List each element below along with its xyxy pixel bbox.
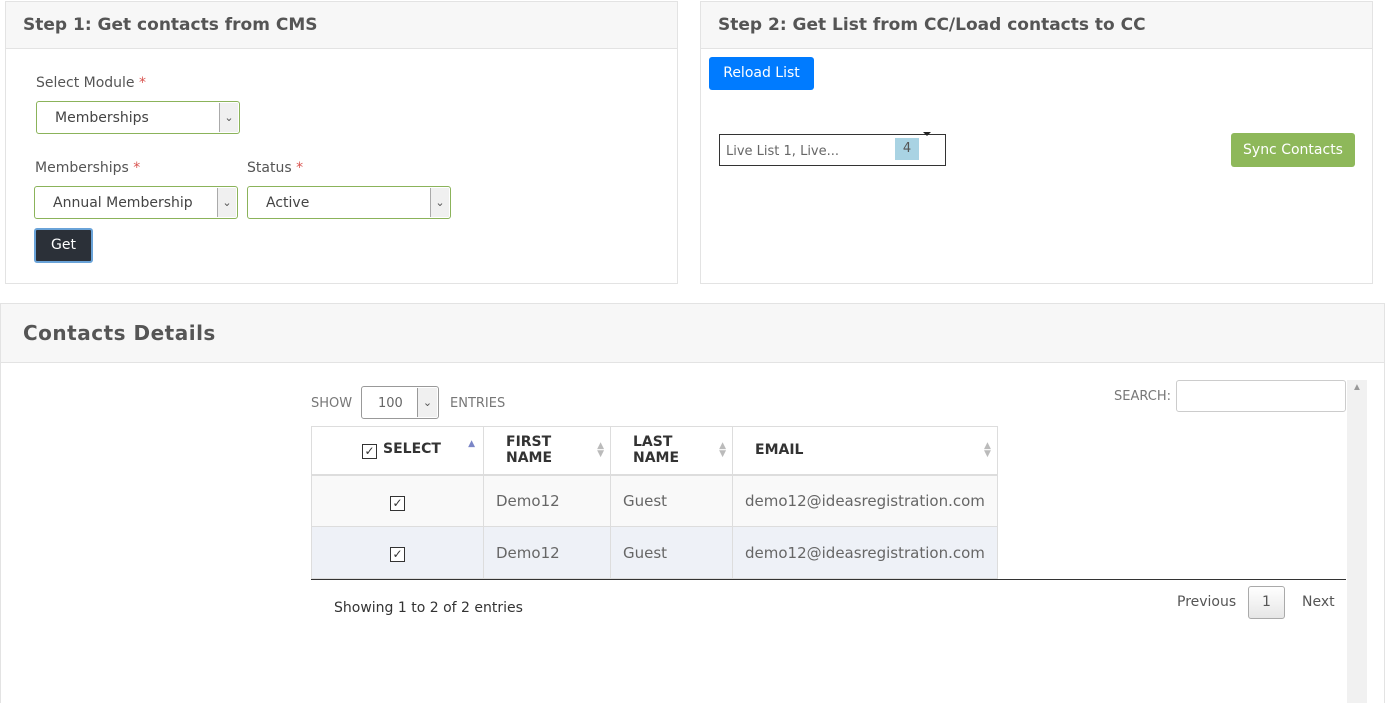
module-label: Select Module * (36, 75, 146, 91)
row-select-cell: ✓ (311, 474, 484, 527)
sync-contacts-button[interactable]: Sync Contacts (1231, 133, 1355, 167)
vertical-scrollbar[interactable]: ▲ (1347, 380, 1367, 703)
email-cell: demo12@ideasregistration.com (732, 526, 998, 579)
table-bottom-divider (311, 579, 1346, 580)
contacts-panel: Contacts Details Show 100 ⌄ entries Sear… (0, 303, 1385, 703)
first-name-cell: Demo12 (483, 474, 611, 527)
sort-icon: ▲ ▼ (983, 441, 991, 459)
reload-list-button[interactable]: Reload List (709, 57, 814, 90)
page-1-button[interactable]: 1 (1248, 586, 1285, 619)
get-button[interactable]: Get (34, 228, 93, 263)
table-info: Showing 1 to 2 of 2 entries (334, 600, 523, 616)
contacts-table: ✓ Select ▲ First Name ▲ ▼ Last Name ▲ ▼ Ema… (311, 426, 998, 579)
scroll-up-icon[interactable]: ▲ (1347, 382, 1367, 393)
next-page-button[interactable]: Next (1302, 594, 1335, 610)
sort-asc-icon: ▲ (468, 439, 475, 449)
module-select[interactable]: Memberships ⌄ (36, 101, 240, 134)
column-first-name[interactable]: First Name ▲ ▼ (483, 426, 611, 476)
required-mark: * (296, 160, 304, 176)
chevron-down-icon: ⌄ (417, 388, 437, 417)
row-checkbox[interactable]: ✓ (390, 547, 405, 562)
show-label: Show (311, 396, 353, 411)
column-select[interactable]: ✓ Select ▲ (311, 426, 484, 476)
email-cell: demo12@ideasregistration.com (732, 474, 998, 527)
required-mark: * (133, 160, 141, 176)
step2-panel: Step 2: Get List from CC/Load contacts t… (700, 1, 1373, 284)
required-mark: * (139, 75, 146, 91)
column-last-name[interactable]: Last Name ▲ ▼ (610, 426, 733, 476)
first-name-cell: Demo12 (483, 526, 611, 579)
table-row[interactable]: ✓ Demo12 Guest demo12@ideasregistration.… (311, 474, 998, 527)
search-label: Search: (1114, 389, 1171, 404)
column-email[interactable]: Email ▲ ▼ (732, 426, 998, 476)
row-checkbox[interactable]: ✓ (390, 495, 405, 511)
chevron-down-icon: ⌄ (219, 103, 238, 132)
chevron-down-icon: ⌄ (217, 188, 236, 217)
status-label: Status * (247, 160, 304, 176)
entries-label: entries (450, 396, 506, 411)
sort-icon: ▲ ▼ (719, 441, 726, 459)
sort-icon: ▲ ▼ (597, 441, 604, 459)
row-select-cell: ✓ (311, 526, 484, 579)
previous-page-button[interactable]: Previous (1177, 594, 1236, 610)
table-row[interactable]: ✓ Demo12 Guest demo12@ideasregistration.… (311, 526, 998, 579)
table-header-row: ✓ Select ▲ First Name ▲ ▼ Last Name ▲ ▼ Ema… (311, 426, 998, 476)
memberships-label: Memberships * (35, 160, 141, 176)
search-input[interactable] (1176, 380, 1346, 412)
step1-title: Step 1: Get contacts from CMS (6, 2, 677, 49)
cc-list-multiselect[interactable]: Live List 1, Live... 4 (719, 132, 946, 166)
list-selection-text: Live List 1, Live... (726, 144, 840, 159)
last-name-cell: Guest (610, 526, 733, 579)
contacts-title: Contacts Details (1, 304, 1384, 363)
memberships-select[interactable]: Annual Membership ⌄ (34, 186, 238, 219)
list-count-badge: 4 (895, 138, 919, 160)
last-name-cell: Guest (610, 474, 733, 527)
page-length-select[interactable]: 100 ⌄ (361, 386, 439, 419)
dropdown-arrow-icon (923, 132, 931, 136)
step1-panel: Step 1: Get contacts from CMS Select Mod… (5, 1, 678, 284)
step2-title: Step 2: Get List from CC/Load contacts t… (701, 2, 1372, 49)
chevron-down-icon: ⌄ (430, 188, 449, 217)
select-all-checkbox[interactable]: ✓ (362, 444, 377, 460)
status-select[interactable]: Active ⌄ (247, 186, 451, 219)
